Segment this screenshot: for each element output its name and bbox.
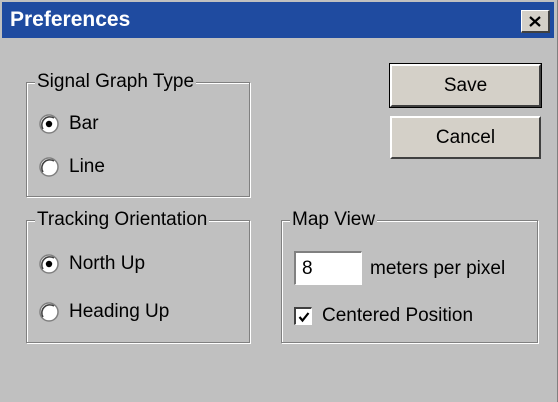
radio-selected-icon [39,114,59,134]
close-x-icon [529,15,541,27]
preferences-dialog: Preferences Signal Graph Type Bar Line T… [0,0,558,402]
tracking-orientation-group: Tracking Orientation North Up Heading Up [26,209,250,343]
save-button[interactable]: Save [389,63,542,108]
radio-unselected-icon [39,157,59,177]
title-bar[interactable]: Preferences [2,2,554,38]
radio-bar[interactable]: Bar [39,113,99,135]
map-view-legend: Map View [290,209,378,231]
radio-north-up-label: North Up [69,253,146,274]
window-title: Preferences [10,8,131,31]
radio-heading-up[interactable]: Heading Up [39,301,169,323]
centered-position-label: Centered Position [322,305,474,326]
checkbox-checked-icon [294,307,312,325]
cancel-button[interactable]: Cancel [390,116,541,159]
radio-line[interactable]: Line [39,156,105,178]
meters-per-pixel-label: meters per pixel [370,258,506,279]
radio-unselected-icon [39,302,59,322]
map-view-group: Map View meters per pixel Centered Posit… [281,209,538,343]
centered-position-checkbox[interactable]: Centered Position [294,305,473,327]
radio-bar-label: Bar [69,113,99,134]
radio-line-label: Line [69,156,105,177]
meters-per-pixel-input[interactable] [294,251,362,285]
signal-graph-type-legend: Signal Graph Type [35,71,197,93]
signal-graph-type-group: Signal Graph Type Bar Line [26,71,250,197]
radio-selected-icon [39,254,59,274]
radio-north-up[interactable]: North Up [39,253,145,275]
tracking-orientation-legend: Tracking Orientation [35,209,210,231]
close-button[interactable] [521,10,550,33]
radio-heading-up-label: Heading Up [69,301,170,322]
